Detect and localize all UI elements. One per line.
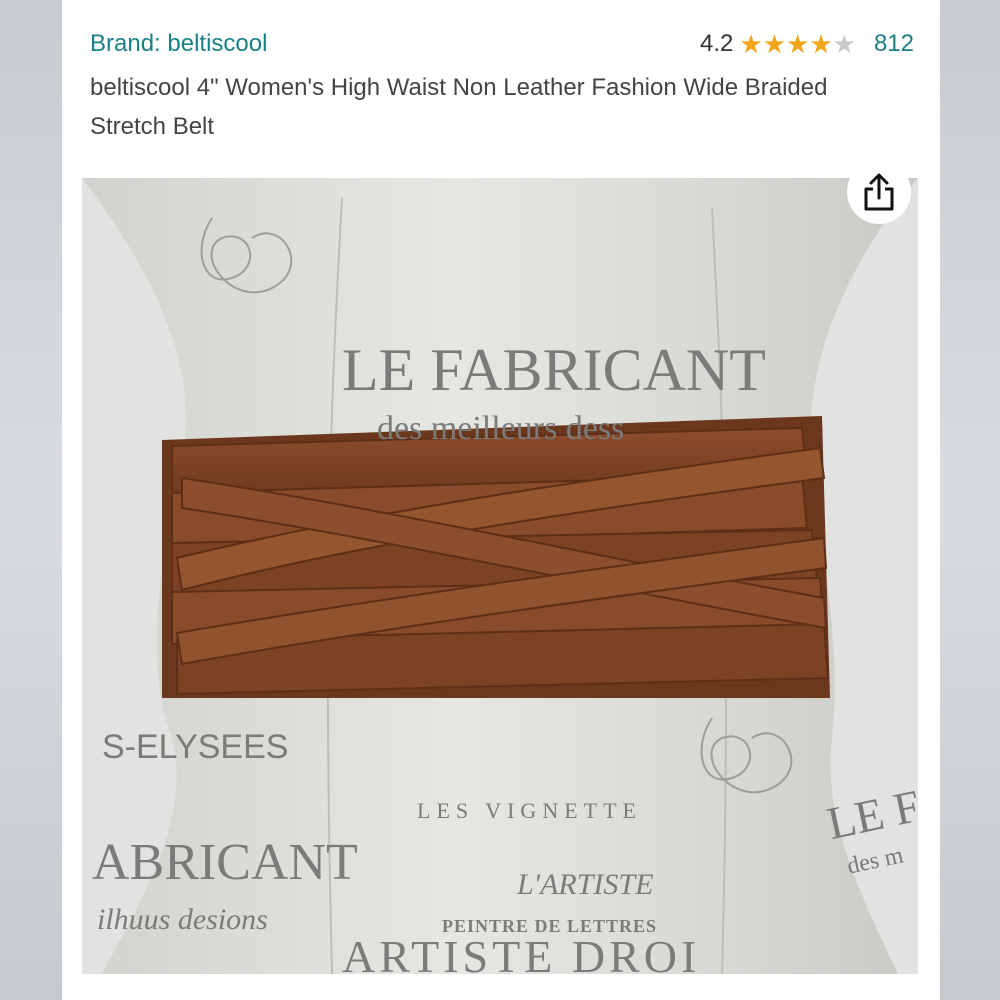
star-full-icon: ★ — [809, 29, 833, 59]
rating-stars: ★ ★ ★ ★ ★ — [739, 31, 856, 57]
print-lartiste: L'ARTISTE — [517, 868, 654, 901]
rating-value: 4.2 — [700, 30, 734, 57]
print-meilleurs-lower: ilhuus desions — [97, 903, 268, 936]
print-elysees: S-ELYSEES — [102, 728, 289, 766]
product-card: Brand: beltiscool 4.2 ★ ★ ★ ★ ★ 812 belt… — [62, 0, 940, 1000]
print-le-fabricant: LE FABRICANT — [342, 337, 766, 403]
print-vignette: LES VIGNETTE — [417, 798, 642, 823]
share-icon — [864, 173, 894, 211]
background-right — [940, 0, 1000, 1000]
background-left — [0, 0, 62, 1000]
product-image[interactable]: LE FABRICANT des meilleurs dess S-ELYSEE… — [82, 178, 918, 974]
print-artiste-droi: ARTISTE DROI — [342, 931, 701, 974]
rating[interactable]: 4.2 ★ ★ ★ ★ ★ 812 — [700, 30, 914, 58]
print-des-meilleurs: des meilleurs dess — [377, 410, 625, 447]
review-count-link[interactable]: 812 — [874, 30, 914, 58]
star-empty-icon: ★ — [832, 29, 856, 59]
brand-link[interactable]: Brand: beltiscool — [90, 30, 267, 58]
product-title: beltiscool 4" Women's High Waist Non Lea… — [90, 74, 828, 140]
star-full-icon: ★ — [786, 29, 810, 59]
star-full-icon: ★ — [762, 29, 787, 59]
star-full-icon: ★ — [739, 29, 763, 59]
share-button[interactable] — [847, 160, 911, 224]
print-fabricant-lower: ABRICANT — [92, 834, 358, 891]
